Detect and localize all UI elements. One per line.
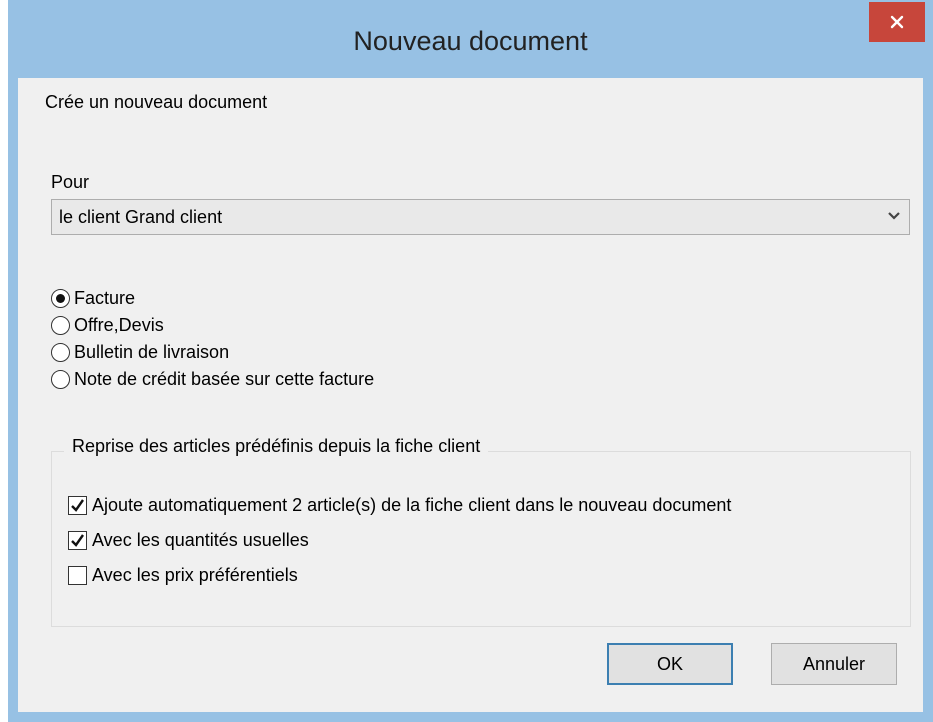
for-label: Pour [51,172,90,192]
group-legend: Reprise des articles prédéfinis depuis l… [64,436,489,457]
radio-button[interactable] [51,288,70,308]
radio-facture[interactable]: Facture [51,285,135,311]
radio-offre-devis[interactable]: Offre,Devis [51,312,164,338]
checkmark-icon [71,498,84,512]
checkbox-label: Ajoute automatiquement 2 article(s) de l… [92,494,732,515]
recipient-dropdown[interactable]: le client Grand client [51,199,910,235]
dialog-window: Nouveau document Crée un nouveau documen… [8,0,933,722]
ok-button[interactable]: OK [607,643,733,685]
radio-button[interactable] [51,315,70,335]
checkbox-add-articles[interactable]: Ajoute automatiquement 2 article(s) de l… [68,492,731,518]
close-button[interactable] [869,2,925,42]
checkbox[interactable] [68,565,87,585]
dialog-body: Crée un nouveau document Pour le client … [18,78,923,712]
checkbox-label: Avec les prix préférentiels [92,564,298,585]
radio-label: Note de crédit basée sur cette facture [74,368,375,389]
checkbox[interactable] [68,495,87,515]
checkmark-icon [71,533,84,547]
radio-label: Facture [74,287,136,308]
description-text: Crée un nouveau document [45,92,268,112]
close-icon [890,15,904,29]
radio-label: Offre,Devis [74,314,164,335]
radio-label: Bulletin de livraison [74,341,230,362]
checkbox-preferential-prices[interactable]: Avec les prix préférentiels [68,562,298,588]
dialog-title: Nouveau document [353,26,588,56]
chevron-down-icon [888,212,900,220]
radio-note-credit[interactable]: Note de crédit basée sur cette facture [51,366,374,392]
title-bar[interactable]: Nouveau document [8,0,933,78]
radio-button[interactable] [51,369,70,389]
checkbox-usual-quantities[interactable]: Avec les quantités usuelles [68,527,309,553]
checkbox[interactable] [68,530,87,550]
cancel-button[interactable]: Annuler [771,643,897,685]
radio-button[interactable] [51,342,70,362]
recipient-selected-value: le client Grand client [59,207,223,227]
radio-bulletin-livraison[interactable]: Bulletin de livraison [51,339,229,365]
checkbox-label: Avec les quantités usuelles [92,529,309,550]
